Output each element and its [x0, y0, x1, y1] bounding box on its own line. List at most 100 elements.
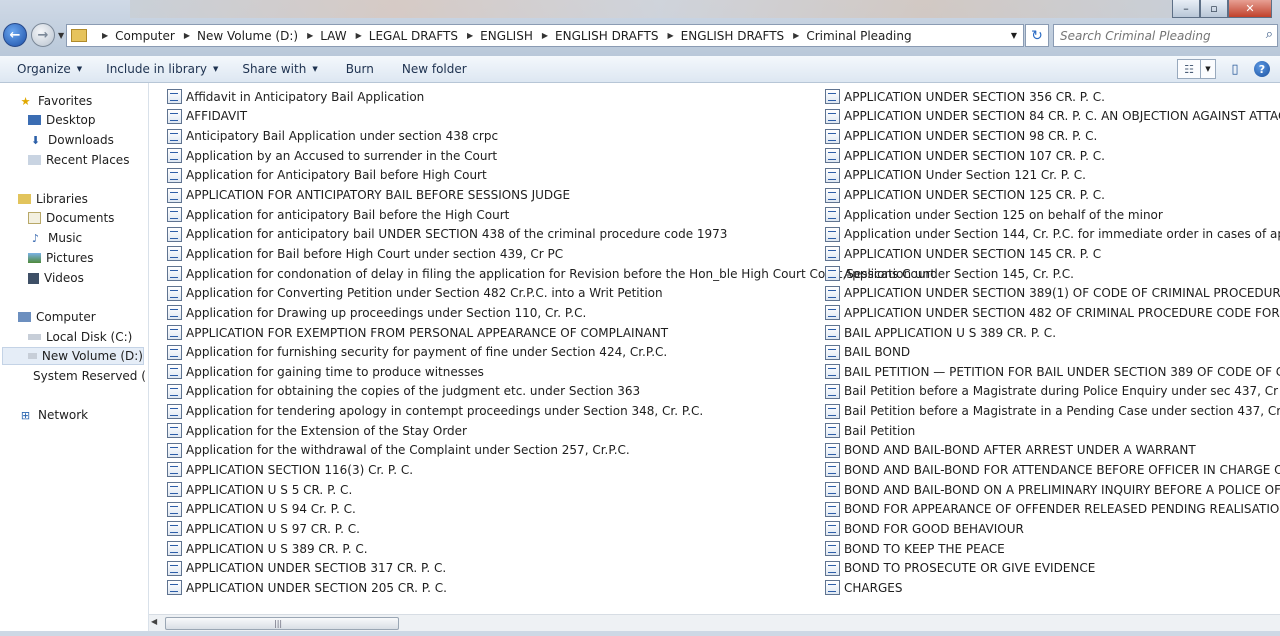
address-dropdown-icon[interactable]: ▼	[1011, 31, 1017, 40]
file-item[interactable]: Application under Section 144, Cr. P.C. …	[825, 224, 1280, 244]
file-item[interactable]: BOND TO PROSECUTE OR GIVE EVIDENCE	[825, 558, 1280, 578]
file-item[interactable]: BOND TO KEEP THE PEACE	[825, 539, 1280, 559]
nav-computer[interactable]: Computer	[18, 308, 96, 326]
nav-item-desktop[interactable]: Desktop	[28, 111, 96, 129]
breadcrumb-item[interactable]: ENGLISH DRAFTS	[555, 29, 658, 43]
file-item[interactable]: Application for Drawing up proceedings u…	[167, 303, 935, 323]
nav-item-local-disk-c[interactable]: Local Disk (C:)	[28, 328, 132, 346]
file-item[interactable]: Bail Petition before a Magistrate in a P…	[825, 401, 1280, 421]
file-item[interactable]: Application for the withdrawal of the Co…	[167, 441, 935, 461]
view-dropdown[interactable]: ▼	[1201, 59, 1216, 79]
preview-pane-button[interactable]: ▯	[1226, 61, 1244, 77]
file-item[interactable]: Application under Section 125 on behalf …	[825, 205, 1280, 225]
scroll-left-icon[interactable]: ◀	[151, 617, 157, 626]
file-item[interactable]: Anticipatory Bail Application under sect…	[167, 126, 935, 146]
file-item[interactable]: Affidavit in Anticipatory Bail Applicati…	[167, 87, 935, 107]
file-item[interactable]: APPLICATION Under Section 121 Cr. P. C.	[825, 166, 1280, 186]
change-view-button[interactable]: ☷	[1177, 59, 1201, 79]
file-item[interactable]: BOND FOR GOOD BEHAVIOUR	[825, 519, 1280, 539]
file-item[interactable]: BOND AND BAIL-BOND FOR ATTENDANCE BEFORE…	[825, 460, 1280, 480]
address-bar[interactable]: ▶ Computer ▶ New Volume (D:) ▶ LAW ▶ LEGAL DRAF…	[66, 24, 1024, 47]
file-item[interactable]: Application for Anticipatory Bail before…	[167, 166, 935, 186]
file-item[interactable]: BAIL PETITION — PETITION FOR BAIL UNDER …	[825, 362, 1280, 382]
file-item[interactable]: APPLICATION UNDER SECTION 356 CR. P. C.	[825, 87, 1280, 107]
nav-item-documents[interactable]: Documents	[28, 209, 114, 227]
breadcrumb-separator-icon[interactable]: ▶	[356, 31, 362, 40]
file-item[interactable]: APPLICATION SECTION 116(3) Cr. P. C.	[167, 460, 935, 480]
help-button[interactable]: ?	[1254, 61, 1270, 77]
search-input[interactable]	[1054, 27, 1257, 44]
file-item[interactable]: Application for condonation of delay in …	[167, 264, 935, 284]
nav-item-system-reserved-e[interactable]: System Reserved (E:)	[28, 367, 146, 385]
nav-item-downloads[interactable]: ⬇ Downloads	[28, 131, 114, 149]
file-item[interactable]: AFFIDAVIT	[167, 107, 935, 127]
search-box[interactable]: ⌕	[1053, 24, 1278, 47]
breadcrumb-separator-icon[interactable]: ▶	[668, 31, 674, 40]
breadcrumb-item[interactable]: LAW	[320, 29, 346, 43]
search-icon[interactable]: ⌕	[1266, 27, 1273, 42]
breadcrumb-separator-icon[interactable]: ▶	[307, 31, 313, 40]
file-item[interactable]: Application under Section 145, Cr. P.C.	[825, 264, 1280, 284]
file-item[interactable]: Application for anticipatory Bail before…	[167, 205, 935, 225]
file-item[interactable]: APPLICATION UNDER SECTIOB 317 CR. P. C.	[167, 558, 935, 578]
breadcrumb-item[interactable]: LEGAL DRAFTS	[369, 29, 458, 43]
file-item[interactable]: APPLICATION UNDER SECTION 84 CR. P. C. A…	[825, 107, 1280, 127]
recent-pages-dropdown[interactable]: ▼	[58, 31, 64, 40]
file-item[interactable]: APPLICATION UNDER SECTION 389(1) OF CODE…	[825, 283, 1280, 303]
file-item[interactable]: Application for gaining time to produce …	[167, 362, 935, 382]
file-item[interactable]: Bail Petition before a Magistrate during…	[825, 382, 1280, 402]
nav-item-videos[interactable]: Videos	[28, 269, 84, 287]
file-item[interactable]: BAIL APPLICATION U S 389 CR. P. C.	[825, 323, 1280, 343]
file-item[interactable]: APPLICATION U S 5 CR. P. C.	[167, 480, 935, 500]
breadcrumb-separator-icon[interactable]: ▶	[184, 31, 190, 40]
scrollbar-thumb[interactable]: |||	[165, 617, 399, 630]
file-item[interactable]: APPLICATION UNDER SECTION 205 CR. P. C.	[167, 578, 935, 598]
close-button[interactable]: ✕	[1228, 0, 1272, 18]
file-item[interactable]: BOND AND BAIL-BOND ON A PRELIMINARY INQU…	[825, 480, 1280, 500]
file-item[interactable]: APPLICATION UNDER SECTION 107 CR. P. C.	[825, 146, 1280, 166]
file-item[interactable]: APPLICATION FOR EXEMPTION FROM PERSONAL …	[167, 323, 935, 343]
horizontal-scrollbar[interactable]: ◀ |||	[149, 614, 1280, 632]
file-item[interactable]: BAIL BOND	[825, 342, 1280, 362]
file-item[interactable]: Application for anticipatory bail UNDER …	[167, 224, 935, 244]
file-item[interactable]: APPLICATION FOR ANTICIPATORY BAIL BEFORE…	[167, 185, 935, 205]
breadcrumb-item[interactable]: Criminal Pleading	[806, 29, 911, 43]
file-item[interactable]: Application by an Accused to surrender i…	[167, 146, 935, 166]
forward-button[interactable]: →	[31, 23, 55, 47]
file-item[interactable]: Application for furnishing security for …	[167, 342, 935, 362]
nav-libraries[interactable]: Libraries	[18, 190, 88, 208]
file-item[interactable]: BOND FOR APPEARANCE OF OFFENDER RELEASED…	[825, 499, 1280, 519]
breadcrumb-item[interactable]: New Volume (D:)	[197, 29, 298, 43]
file-item[interactable]: APPLICATION UNDER SECTION 482 OF CRIMINA…	[825, 303, 1280, 323]
burn-button[interactable]: Burn	[330, 62, 386, 76]
refresh-button[interactable]: ↻	[1025, 24, 1049, 47]
nav-network[interactable]: ⊞ Network	[18, 406, 88, 424]
maximize-button[interactable]: ▫	[1200, 0, 1228, 18]
file-item[interactable]: Application for Bail before High Court u…	[167, 244, 935, 264]
file-item[interactable]: APPLICATION UNDER SECTION 98 CR. P. C.	[825, 126, 1280, 146]
include-in-library-button[interactable]: Include in library ▼	[94, 62, 230, 76]
nav-item-new-volume-d[interactable]: New Volume (D:)	[2, 347, 144, 365]
file-item[interactable]: APPLICATION U S 389 CR. P. C.	[167, 539, 935, 559]
nav-item-music[interactable]: ♪ Music	[28, 229, 82, 247]
file-item[interactable]: Application for Converting Petition unde…	[167, 283, 935, 303]
minimize-button[interactable]: –	[1172, 0, 1200, 18]
file-item[interactable]: BOND AND BAIL-BOND AFTER ARREST UNDER A …	[825, 441, 1280, 461]
nav-favorites[interactable]: ★ Favorites	[18, 92, 93, 110]
nav-item-recent-places[interactable]: Recent Places	[28, 151, 129, 169]
nav-item-pictures[interactable]: Pictures	[28, 249, 94, 267]
file-item[interactable]: Application for obtaining the copies of …	[167, 382, 935, 402]
file-item[interactable]: APPLICATION U S 94 Cr. P. C.	[167, 499, 935, 519]
file-item[interactable]: CHARGES	[825, 578, 1280, 598]
file-item[interactable]: APPLICATION UNDER SECTION 145 CR. P. C	[825, 244, 1280, 264]
breadcrumb-separator-icon[interactable]: ▶	[793, 31, 799, 40]
file-item[interactable]: APPLICATION UNDER SECTION 125 CR. P. C.	[825, 185, 1280, 205]
breadcrumb-item[interactable]: ENGLISH DRAFTS	[681, 29, 784, 43]
file-item[interactable]: Bail Petition	[825, 421, 1280, 441]
file-item[interactable]: Application for tendering apology in con…	[167, 401, 935, 421]
breadcrumb-separator-icon[interactable]: ▶	[467, 31, 473, 40]
breadcrumb-separator-icon[interactable]: ▶	[102, 31, 108, 40]
breadcrumb-item[interactable]: ENGLISH	[480, 29, 533, 43]
new-folder-button[interactable]: New folder	[386, 62, 479, 76]
breadcrumb-separator-icon[interactable]: ▶	[542, 31, 548, 40]
